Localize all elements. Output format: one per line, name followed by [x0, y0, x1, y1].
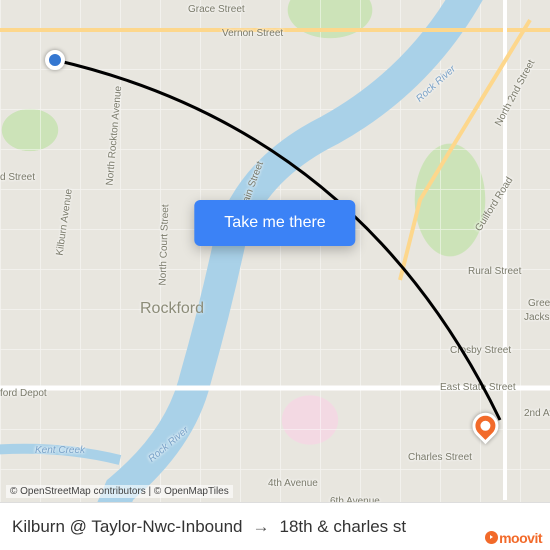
map-background[interactable]: Grace Street Vernon Street North Rockton… [0, 0, 550, 550]
origin-marker[interactable] [45, 50, 65, 70]
moovit-logo-icon [485, 531, 498, 544]
route-to: 18th & charles st [280, 517, 407, 537]
route-arrow-icon: → [253, 517, 270, 537]
major-roads [0, 0, 550, 550]
route-summary-bar: Kilburn @ Taylor-Nwc-Inbound → 18th & ch… [0, 502, 550, 550]
take-me-there-button[interactable]: Take me there [194, 200, 355, 246]
moovit-logo: moovit [485, 530, 542, 546]
route-from: Kilburn @ Taylor-Nwc-Inbound [12, 517, 243, 537]
map-attribution: © OpenStreetMap contributors | © OpenMap… [6, 485, 233, 498]
moovit-logo-text: moovit [499, 530, 542, 546]
